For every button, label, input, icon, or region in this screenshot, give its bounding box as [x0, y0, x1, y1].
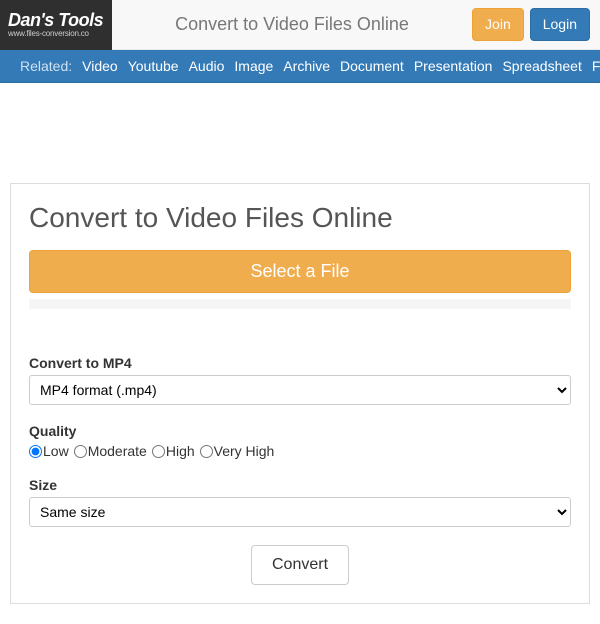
quality-radio-moderate[interactable]: [74, 445, 87, 458]
related-link-archive[interactable]: Archive: [283, 58, 330, 74]
select-file-button[interactable]: Select a File: [29, 250, 571, 293]
related-link-presentation[interactable]: Presentation: [414, 58, 493, 74]
auth-buttons: Join Login: [472, 8, 590, 42]
quality-radio-low[interactable]: [29, 445, 42, 458]
quality-options: Low Moderate High Very High: [29, 443, 571, 459]
related-link-image[interactable]: Image: [234, 58, 273, 74]
quality-option-low[interactable]: Low: [29, 443, 69, 459]
related-link-spreadsheet[interactable]: Spreadsheet: [502, 58, 581, 74]
related-nav: Related: Video Youtube Audio Image Archi…: [0, 50, 600, 83]
convert-row: Convert: [29, 545, 571, 585]
panel-heading: Convert to Video Files Online: [29, 202, 571, 234]
size-group: Size Same size: [29, 477, 571, 527]
related-links: Video Youtube Audio Image Archive Docume…: [82, 58, 600, 74]
quality-option-veryhigh[interactable]: Very High: [200, 443, 275, 459]
convert-to-select[interactable]: MP4 format (.mp4): [29, 375, 571, 405]
quality-text-high: High: [166, 443, 195, 459]
related-link-video[interactable]: Video: [82, 58, 118, 74]
convert-to-label: Convert to MP4: [29, 355, 571, 371]
quality-group: Quality Low Moderate High Very High: [29, 423, 571, 459]
login-button[interactable]: Login: [530, 8, 590, 42]
size-select[interactable]: Same size: [29, 497, 571, 527]
quality-label: Quality: [29, 423, 571, 439]
content: Convert to Video Files Online Select a F…: [0, 83, 600, 624]
topbar: Dan's Tools www.files-conversion.co Conv…: [0, 0, 600, 50]
brand-title: Dan's Tools: [8, 11, 104, 29]
convert-button[interactable]: Convert: [251, 545, 349, 585]
convert-to-group: Convert to MP4 MP4 format (.mp4): [29, 355, 571, 405]
quality-text-moderate: Moderate: [88, 443, 147, 459]
related-link-audio[interactable]: Audio: [189, 58, 225, 74]
quality-text-low: Low: [43, 443, 69, 459]
quality-text-veryhigh: Very High: [214, 443, 275, 459]
brand-logo[interactable]: Dan's Tools www.files-conversion.co: [0, 0, 112, 50]
converter-panel: Convert to Video Files Online Select a F…: [10, 183, 590, 604]
related-link-document[interactable]: Document: [340, 58, 404, 74]
related-link-youtube[interactable]: Youtube: [128, 58, 179, 74]
page-title: Convert to Video Files Online: [112, 14, 472, 35]
size-label: Size: [29, 477, 571, 493]
quality-option-high[interactable]: High: [152, 443, 195, 459]
quality-option-moderate[interactable]: Moderate: [74, 443, 147, 459]
join-button[interactable]: Join: [472, 8, 524, 42]
quality-radio-veryhigh[interactable]: [200, 445, 213, 458]
related-label: Related:: [20, 58, 72, 74]
brand-subtitle: www.files-conversion.co: [8, 29, 104, 38]
related-link-font[interactable]: Font: [592, 58, 600, 74]
quality-radio-high[interactable]: [152, 445, 165, 458]
file-placeholder: [29, 299, 571, 309]
